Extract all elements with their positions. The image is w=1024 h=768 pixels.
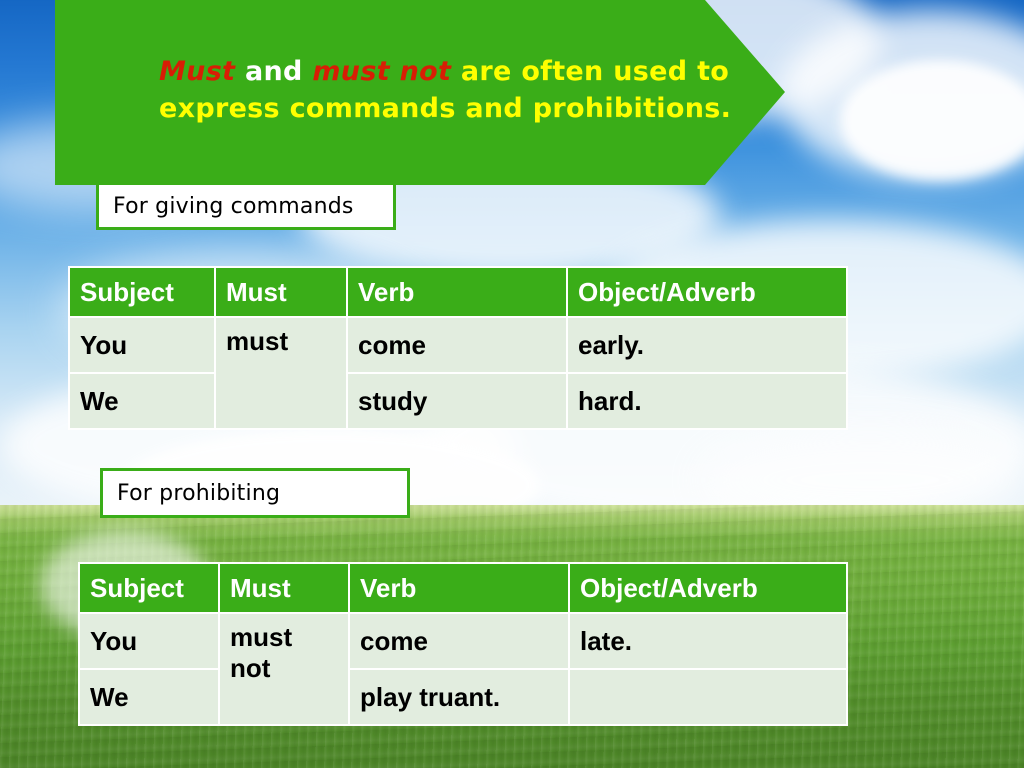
table-row: We play truant. (78, 668, 848, 726)
cell-must-not: must not (218, 612, 350, 726)
cell-subject: You (78, 612, 220, 670)
header-verb: Verb (346, 266, 568, 318)
table-row: You must come early. (68, 316, 848, 430)
banner-tail-2: express commands and prohibitions. (159, 93, 732, 124)
table-header-row: Subject Must Verb Object/Adverb (68, 266, 848, 318)
cell-subject: We (78, 668, 220, 726)
banner-line-2: express commands and prohibitions. (159, 90, 731, 127)
header-verb: Verb (348, 562, 570, 614)
header-must: Must (214, 266, 348, 318)
header-must: Must (218, 562, 350, 614)
label-prohibiting-text: For prohibiting (117, 480, 281, 506)
cell-object: early. (566, 316, 848, 374)
cell-verb: play truant. (348, 668, 570, 726)
banner-tail-1: are often used to (451, 56, 730, 87)
header-subject: Subject (78, 562, 220, 614)
arrow-banner: Must and must not are often used to expr… (55, 0, 785, 185)
header-object-adverb: Object/Adverb (568, 562, 848, 614)
table-header-row: Subject Must Verb Object/Adverb (78, 562, 848, 614)
cloud-decoration (840, 60, 1024, 180)
label-commands-text: For giving commands (113, 193, 354, 219)
banner-must-word: Must (159, 56, 236, 87)
banner-mustnot-word: must not (312, 56, 452, 87)
cell-verb: come (348, 612, 570, 670)
cell-object: hard. (566, 372, 848, 430)
table-row: We study hard. (68, 372, 848, 430)
header-object-adverb: Object/Adverb (566, 266, 848, 318)
table-row: You must not come late. (78, 612, 848, 726)
cell-subject: We (68, 372, 216, 430)
header-subject: Subject (68, 266, 216, 318)
cell-verb: come (346, 316, 568, 374)
cell-subject: You (68, 316, 216, 374)
prohibiting-table: Subject Must Verb Object/Adverb You must… (78, 562, 848, 726)
cell-object: late. (568, 612, 848, 670)
cell-must: must (214, 316, 348, 430)
label-for-giving-commands: For giving commands (96, 182, 396, 230)
cell-object (568, 668, 848, 726)
cell-verb: study (346, 372, 568, 430)
banner-line-1: Must and must not are often used to (159, 53, 729, 90)
slide: Must and must not are often used to expr… (0, 0, 1024, 768)
label-for-prohibiting: For prohibiting (100, 468, 410, 518)
banner-and-word: and (235, 56, 313, 87)
commands-table: Subject Must Verb Object/Adverb You must… (68, 266, 848, 430)
banner-text-box: Must and must not are often used to expr… (113, 40, 731, 140)
